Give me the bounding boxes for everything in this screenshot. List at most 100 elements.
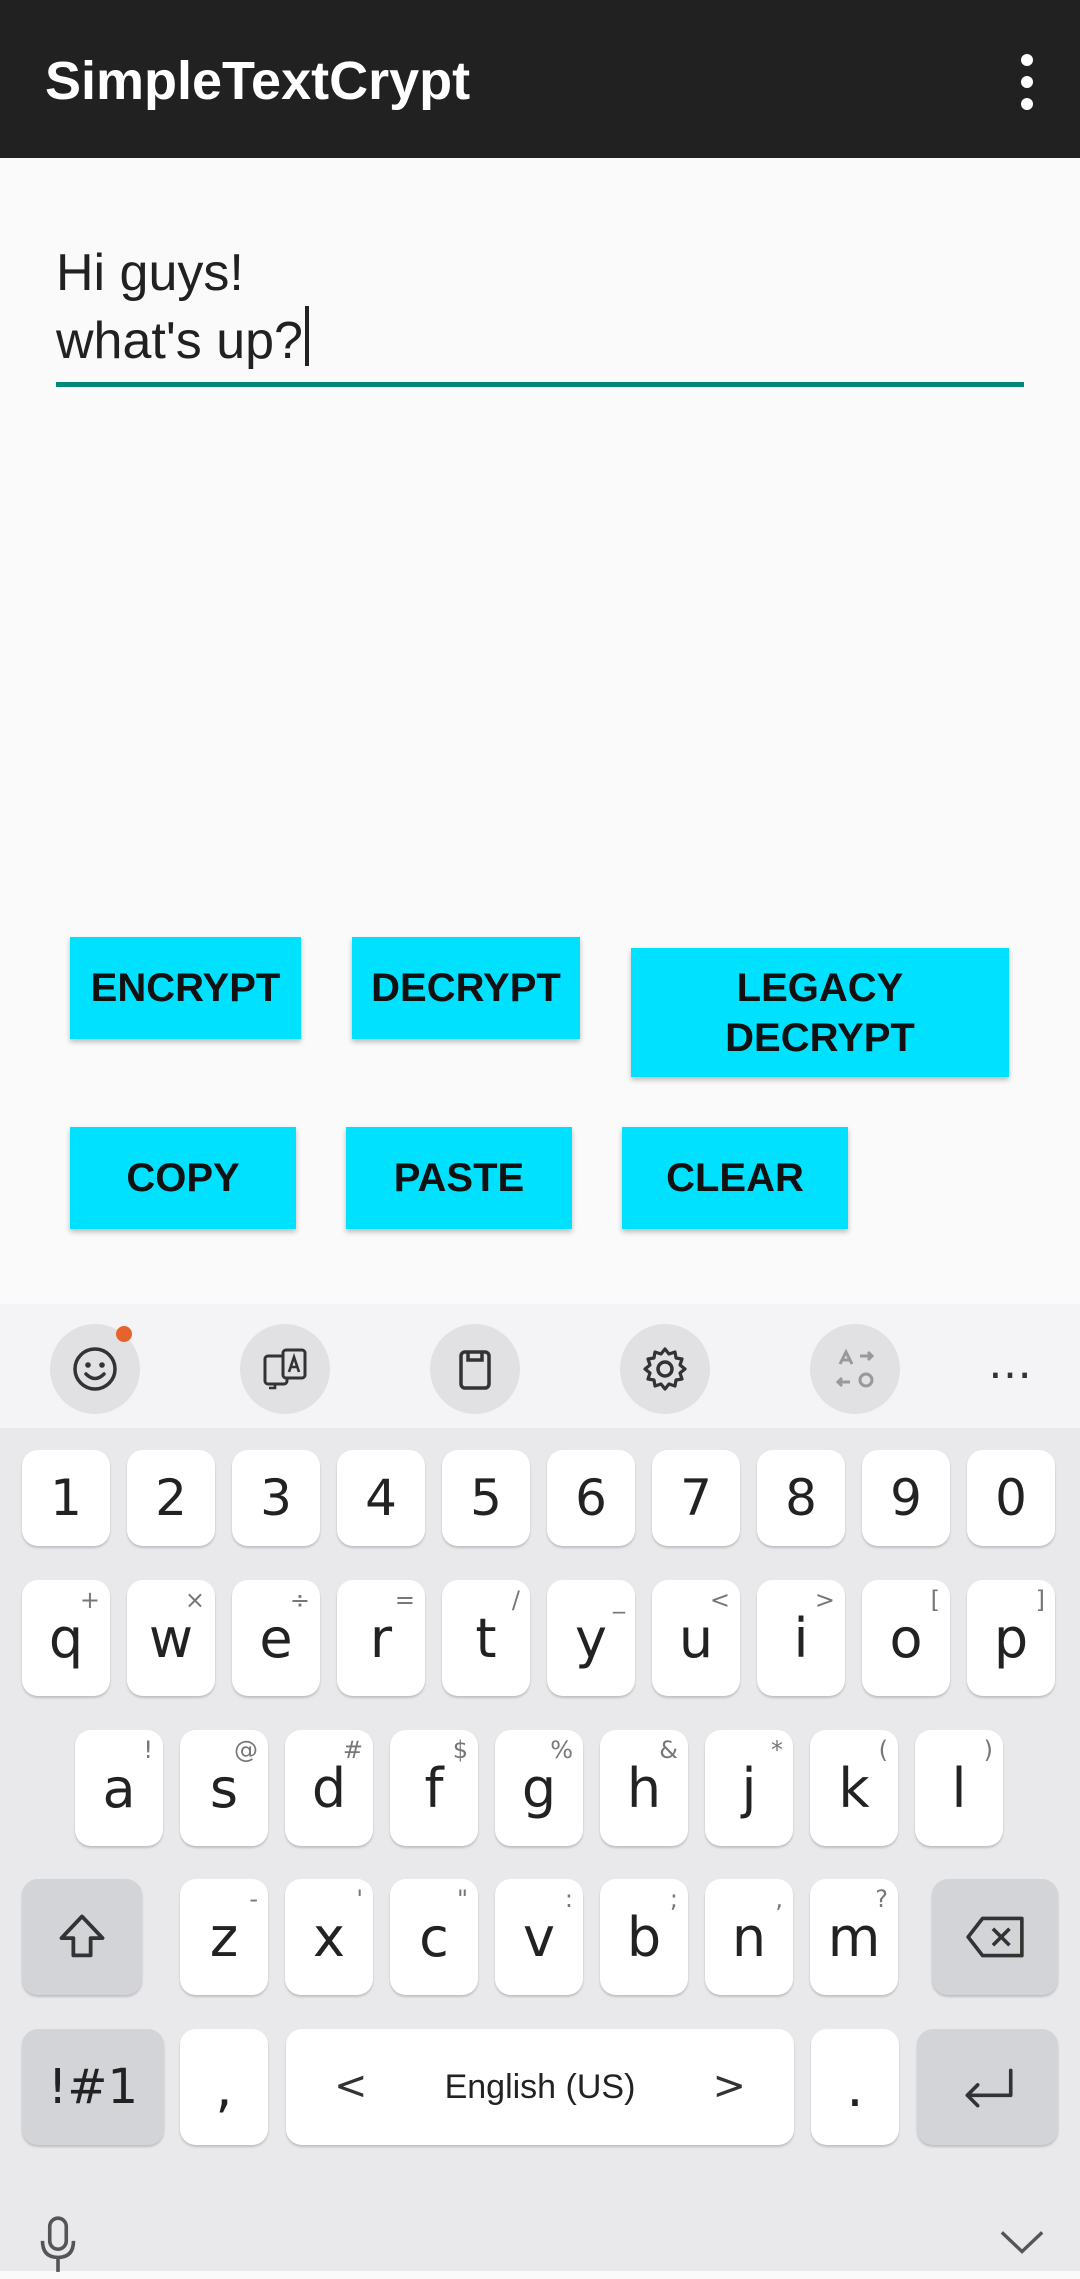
number-key-2-label: 2 — [155, 1469, 187, 1527]
letter-key-u[interactable]: u < — [652, 1580, 740, 1696]
letter-key-e-secondary: ÷ — [289, 1586, 310, 1614]
letter-key-p[interactable]: p] — [967, 1580, 1055, 1696]
letter-key-i-secondary: > — [814, 1586, 835, 1614]
letter-key-w[interactable]: w × — [127, 1580, 215, 1696]
copy-button[interactable]: COPY — [70, 1127, 296, 1229]
space-bar[interactable]: < English (US) > — [286, 2029, 794, 2145]
comma-key-label: , — [215, 2055, 233, 2119]
letter-key-n-secondary: , — [775, 1885, 783, 1913]
encrypt-button[interactable]: ENCRYPT — [70, 937, 301, 1039]
letter-key-a[interactable]: a! — [75, 1730, 163, 1846]
message-text-field[interactable]: Hi guys! what's up? — [56, 240, 1024, 387]
legacy-decrypt-button[interactable]: LEGACY DECRYPT — [631, 948, 1009, 1077]
number-key-0[interactable]: 0 — [967, 1450, 1055, 1546]
number-key-1-label: 1 — [50, 1469, 82, 1527]
letter-key-g[interactable]: g% — [495, 1730, 583, 1846]
number-key-5[interactable]: 5 — [442, 1450, 530, 1546]
enter-key[interactable] — [917, 2029, 1058, 2145]
letter-key-r-label: r — [369, 1606, 393, 1670]
letter-key-l[interactable]: l) — [915, 1730, 1003, 1846]
microphone-icon[interactable] — [36, 2212, 80, 2279]
cursor-left-icon[interactable]: < — [334, 2063, 368, 2109]
letter-key-g-secondary: % — [550, 1736, 573, 1764]
text-cursor — [304, 306, 309, 366]
app-title: SimpleTextCrypt — [45, 51, 471, 111]
letter-key-l-secondary: ) — [983, 1736, 993, 1764]
letter-key-f-label: f — [424, 1756, 444, 1820]
number-key-3[interactable]: 3 — [232, 1450, 320, 1546]
space-bar-label: English (US) — [444, 2067, 636, 2106]
letter-key-s-label: s — [209, 1756, 239, 1820]
letter-key-k-secondary: ( — [878, 1736, 888, 1764]
letter-key-w-label: w — [148, 1606, 194, 1670]
overflow-menu-icon[interactable] — [1012, 54, 1042, 110]
letter-key-s[interactable]: s @ — [180, 1730, 268, 1846]
letter-key-r-secondary: = — [394, 1586, 415, 1614]
letter-key-y[interactable]: y _ — [547, 1580, 635, 1696]
letter-key-h[interactable]: h & — [600, 1730, 688, 1846]
comma-key[interactable]: , — [180, 2029, 268, 2145]
letter-key-n[interactable]: n, — [705, 1879, 793, 1995]
letter-key-v-secondary: : — [564, 1885, 573, 1913]
number-key-0-label: 0 — [995, 1469, 1027, 1527]
letter-key-m[interactable]: m? — [810, 1879, 898, 1995]
number-key-2[interactable]: 2 — [127, 1450, 215, 1546]
letter-key-i[interactable]: i > — [757, 1580, 845, 1696]
letter-key-r[interactable]: r = — [337, 1580, 425, 1696]
number-key-8[interactable]: 8 — [757, 1450, 845, 1546]
letter-key-d[interactable]: d # — [285, 1730, 373, 1846]
cursor-right-icon[interactable]: > — [712, 2063, 746, 2109]
number-key-4-label: 4 — [365, 1469, 397, 1527]
letter-key-x[interactable]: x ' — [285, 1879, 373, 1995]
number-key-6[interactable]: 6 — [547, 1450, 635, 1546]
text-transform-icon[interactable] — [810, 1324, 900, 1414]
letter-key-b[interactable]: b; — [600, 1879, 688, 1995]
letter-key-t-label: t — [475, 1606, 497, 1670]
number-key-9[interactable]: 9 — [862, 1450, 950, 1546]
letter-key-i-label: i — [793, 1606, 809, 1670]
emoji-icon[interactable] — [50, 1324, 140, 1414]
settings-gear-icon[interactable] — [620, 1324, 710, 1414]
letter-key-h-label: h — [626, 1756, 662, 1820]
number-key-1[interactable]: 1 — [22, 1450, 110, 1546]
letter-key-w-secondary: × — [184, 1586, 205, 1614]
number-key-6-label: 6 — [575, 1469, 607, 1527]
letter-key-c[interactable]: c " — [390, 1879, 478, 1995]
more-options-icon[interactable]: … — [988, 1338, 1032, 1389]
paste-button[interactable]: PASTE — [346, 1127, 572, 1229]
letter-key-v[interactable]: v: — [495, 1879, 583, 1995]
editor-line-2: what's up? — [56, 306, 1024, 374]
number-key-8-label: 8 — [785, 1469, 817, 1527]
letter-key-o-label: o — [889, 1606, 923, 1670]
letter-key-y-label: y — [575, 1606, 607, 1670]
period-key[interactable]: . — [811, 2029, 899, 2145]
letter-key-t[interactable]: t / — [442, 1580, 530, 1696]
letter-key-k[interactable]: k( — [810, 1730, 898, 1846]
letter-key-e[interactable]: e ÷ — [232, 1580, 320, 1696]
editor-line-1: Hi guys! — [56, 244, 244, 302]
translate-icon[interactable] — [240, 1324, 330, 1414]
letter-key-z[interactable]: z- — [180, 1879, 268, 1995]
letter-key-z-label: z — [209, 1905, 239, 1969]
symbols-key[interactable]: !#1 — [22, 2029, 164, 2145]
backspace-key[interactable] — [932, 1879, 1058, 1995]
editor-line-2-text: what's up? — [56, 312, 303, 370]
clipboard-icon[interactable] — [430, 1324, 520, 1414]
letter-key-a-secondary: ! — [143, 1736, 153, 1764]
app-bar: SimpleTextCrypt — [0, 0, 1080, 158]
number-key-4[interactable]: 4 — [337, 1450, 425, 1546]
number-key-7[interactable]: 7 — [652, 1450, 740, 1546]
hide-keyboard-chevron-icon[interactable] — [998, 2226, 1046, 2261]
shift-key[interactable] — [22, 1879, 142, 1995]
letter-key-j[interactable]: j * — [705, 1730, 793, 1846]
letter-key-q[interactable]: q + — [22, 1580, 110, 1696]
letter-key-k-label: k — [838, 1756, 870, 1820]
clear-button[interactable]: CLEAR — [622, 1127, 848, 1229]
notification-badge — [116, 1326, 132, 1342]
letter-key-y-secondary: _ — [613, 1586, 625, 1614]
letter-key-o[interactable]: o[ — [862, 1580, 950, 1696]
legacy-decrypt-label-line2: DECRYPT — [725, 1015, 915, 1060]
decrypt-button[interactable]: DECRYPT — [352, 937, 580, 1039]
letter-key-p-secondary: ] — [1035, 1586, 1045, 1614]
letter-key-f[interactable]: f $ — [390, 1730, 478, 1846]
